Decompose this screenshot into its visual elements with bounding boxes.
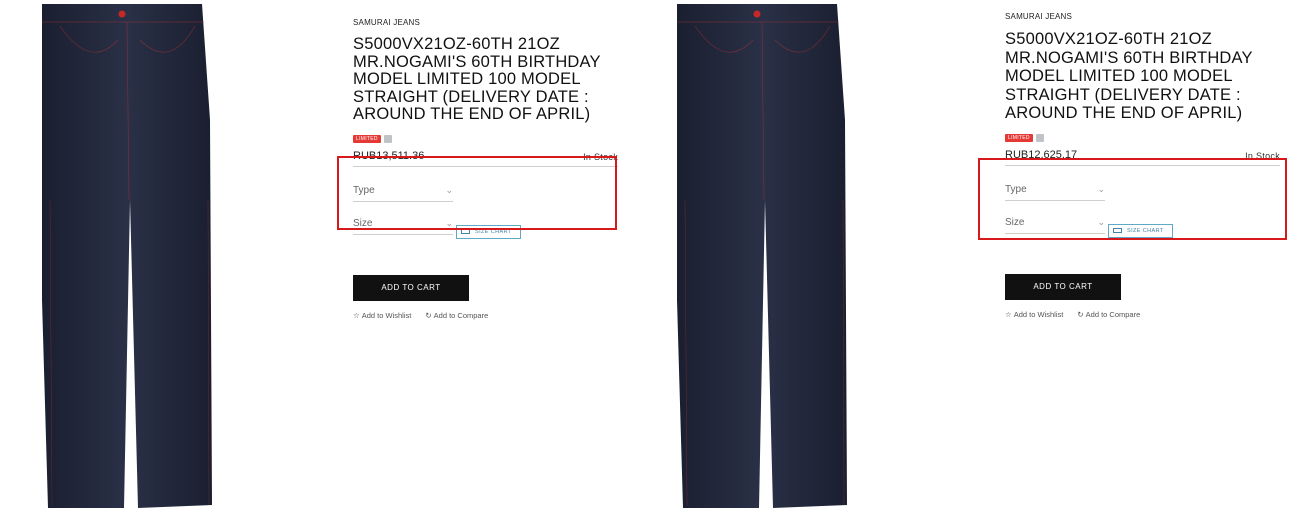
- compare-label: Add to Compare: [1085, 309, 1141, 319]
- add-to-compare-link[interactable]: ↻ Add to Compare: [1077, 310, 1140, 319]
- action-links: ☆ Add to Wishlist ↻ Add to Compare: [1005, 310, 1280, 319]
- star-icon: ☆: [353, 310, 360, 320]
- star-icon: ☆: [1005, 309, 1012, 319]
- limited-badge: LIMITED: [1005, 134, 1033, 142]
- price-highlight-box: [337, 156, 617, 230]
- limited-badge: LIMITED: [353, 135, 381, 143]
- price-highlight-box: [978, 158, 1287, 240]
- badge-info-icon: [383, 135, 392, 143]
- badge-info-icon: [1035, 134, 1044, 142]
- brand-name[interactable]: SAMURAI JEANS: [353, 18, 618, 27]
- refresh-icon: ↻: [425, 310, 432, 320]
- product-panel-left: SAMURAI JEANS S5000VX21OZ-60TH 21OZ MR.N…: [0, 0, 653, 513]
- jeans-product-image[interactable]: [30, 0, 230, 510]
- product-title: S5000VX21OZ-60TH 21OZ MR.NOGAMI'S 60TH B…: [1005, 30, 1253, 122]
- badge-row: LIMITED: [353, 134, 618, 145]
- compare-label: Add to Compare: [433, 310, 489, 320]
- product-title: S5000VX21OZ-60TH 21OZ MR.NOGAMI'S 60TH B…: [353, 35, 601, 123]
- add-to-wishlist-link[interactable]: ☆ Add to Wishlist: [1005, 310, 1063, 319]
- jeans-product-image[interactable]: [665, 0, 865, 510]
- product-panel-right: SAMURAI JEANS S5000VX21OZ-60TH 21OZ MR.N…: [653, 0, 1307, 513]
- add-to-compare-link[interactable]: ↻ Add to Compare: [425, 311, 488, 320]
- add-to-wishlist-link[interactable]: ☆ Add to Wishlist: [353, 311, 411, 320]
- wishlist-label: Add to Wishlist: [1013, 309, 1064, 319]
- badge-row: LIMITED: [1005, 133, 1280, 144]
- brand-name[interactable]: SAMURAI JEANS: [1005, 12, 1280, 21]
- add-to-cart-button[interactable]: ADD TO CART: [1005, 273, 1121, 300]
- wishlist-label: Add to Wishlist: [361, 310, 412, 320]
- add-to-cart-button[interactable]: ADD TO CART: [353, 274, 469, 301]
- action-links: ☆ Add to Wishlist ↻ Add to Compare: [353, 311, 618, 320]
- refresh-icon: ↻: [1077, 309, 1084, 319]
